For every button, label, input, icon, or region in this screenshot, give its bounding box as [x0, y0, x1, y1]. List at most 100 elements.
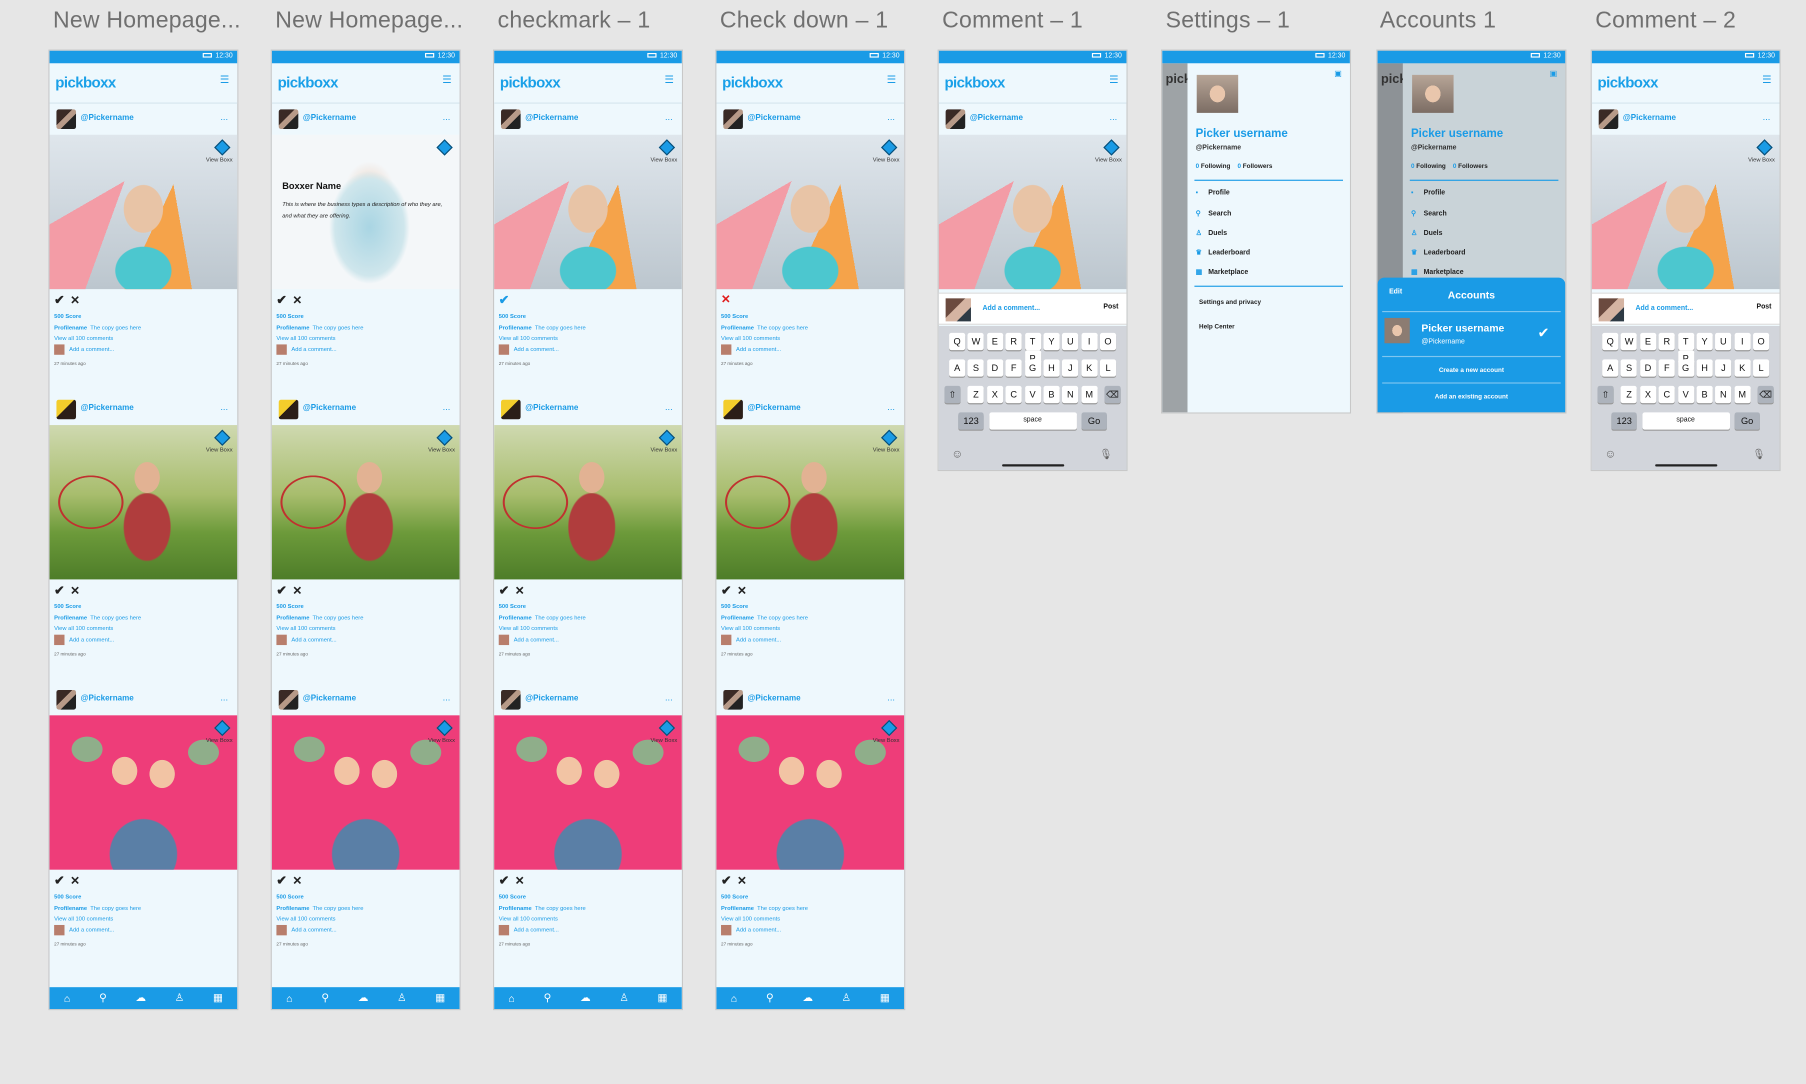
menu-icon[interactable]: ☰ — [1109, 74, 1118, 87]
duels-icon[interactable]: ♙ — [619, 992, 628, 1005]
marketplace-icon[interactable]: ▦ — [435, 992, 445, 1005]
key-w[interactable]: W — [967, 332, 985, 351]
pickboxx-logo[interactable]: pickboxx — [944, 74, 1005, 91]
key-e[interactable]: E — [986, 332, 1003, 351]
post-image[interactable]: View Boxx — [271, 715, 460, 870]
menu-icon[interactable]: ☰ — [664, 74, 673, 87]
key-n[interactable]: N — [1062, 385, 1079, 404]
post-button[interactable]: Post — [1103, 304, 1118, 311]
avatar[interactable] — [1196, 74, 1239, 113]
view-all-comments-link[interactable]: View all 100 comments — [499, 335, 558, 342]
post-image[interactable]: View Boxx — [716, 134, 905, 290]
key-b[interactable]: B — [1043, 385, 1060, 404]
profile-switch-icon[interactable]: ▣ — [1334, 69, 1342, 78]
view-boxx-link[interactable]: View Boxx — [873, 737, 900, 744]
view-boxx-link[interactable]: View Boxx — [1748, 157, 1775, 164]
key-h[interactable]: H — [1043, 359, 1060, 377]
view-boxx-link[interactable]: View Boxx — [650, 447, 677, 454]
post-username[interactable]: @Pickername — [748, 695, 801, 703]
view-boxx-link[interactable]: View Boxx — [206, 447, 233, 454]
view-boxx-link[interactable]: View Boxx — [873, 447, 900, 454]
cross-icon[interactable]: ✕ — [293, 295, 307, 308]
pickboxx-logo[interactable]: pickboxx — [278, 74, 339, 91]
key-f[interactable]: F — [1005, 359, 1022, 377]
profile-name[interactable]: Profilename — [276, 615, 309, 622]
view-all-comments-link[interactable]: View all 100 comments — [276, 335, 335, 342]
post-username[interactable]: @Pickername — [525, 114, 578, 122]
menu-icon[interactable]: ☰ — [220, 74, 229, 87]
artboard-settings[interactable]: 12:30 pick ▣ Picker username @Pickername… — [1161, 49, 1352, 414]
view-all-comments-link[interactable]: View all 100 comments — [54, 916, 113, 923]
go-key[interactable]: Go — [1734, 412, 1760, 430]
profile-name[interactable]: Profilename — [499, 325, 532, 332]
artboard-label[interactable]: Settings – 1 — [1166, 8, 1290, 34]
cross-icon[interactable]: ✕ — [70, 875, 84, 888]
post-image[interactable]: View Boxx — [494, 134, 682, 290]
post-image[interactable]: View Boxx — [494, 715, 682, 870]
comment-input[interactable]: Add a comment... — [1636, 305, 1694, 312]
marketplace-icon[interactable]: ▦ — [658, 992, 668, 1005]
backspace-key[interactable]: ⌫ — [1757, 385, 1774, 404]
dimmed-feed[interactable]: pick — [1162, 63, 1191, 413]
numbers-key[interactable]: 123 — [1611, 412, 1637, 430]
create-account-link[interactable]: Create a new account — [1378, 367, 1566, 374]
key-l[interactable]: L — [1099, 359, 1117, 377]
avatar[interactable] — [278, 689, 299, 710]
more-options-icon[interactable]: ... — [220, 402, 228, 412]
pickboxx-logo[interactable]: pickboxx — [1598, 74, 1659, 91]
home-icon[interactable]: ⌂ — [286, 992, 292, 1004]
upload-cloud-icon[interactable]: ☁ — [136, 992, 146, 1005]
add-comment-row[interactable]: Add a comment... — [276, 634, 337, 647]
key-s[interactable]: S — [967, 359, 985, 377]
artboard-label[interactable]: Check down – 1 — [720, 8, 888, 34]
view-boxx-link[interactable]: View Boxx — [1095, 157, 1122, 164]
boxx-icon[interactable] — [658, 429, 676, 446]
check-icon[interactable]: ✔ — [499, 293, 515, 308]
boxx-icon[interactable] — [658, 139, 676, 156]
avatar[interactable] — [56, 399, 77, 420]
shift-key[interactable]: ⇧ — [1597, 385, 1614, 404]
key-a[interactable]: A — [949, 359, 966, 377]
home-icon[interactable]: ⌂ — [64, 992, 70, 1004]
avatar[interactable] — [723, 689, 743, 710]
more-options-icon[interactable]: ... — [220, 692, 228, 702]
key-r[interactable]: R — [1005, 332, 1022, 351]
key-n[interactable]: N — [1715, 385, 1732, 404]
view-all-comments-link[interactable]: View all 100 comments — [721, 625, 780, 632]
more-options-icon[interactable]: ... — [443, 402, 451, 412]
upload-cloud-icon[interactable]: ☁ — [358, 992, 368, 1005]
microphone-icon[interactable]: 🎙 — [1753, 448, 1766, 461]
post-image[interactable]: View Boxx — [271, 425, 460, 580]
key-c[interactable]: C — [1005, 385, 1022, 404]
post-username[interactable]: @Pickername — [81, 114, 134, 122]
more-options-icon[interactable]: ... — [443, 112, 451, 122]
artboard-comment-1[interactable]: 12:30 pickboxx ☰ @Pickername... View Boxx … — [937, 49, 1128, 472]
artboard-label[interactable]: checkmark – 1 — [498, 8, 651, 34]
key-y[interactable]: Y — [1043, 332, 1060, 351]
marketplace-icon[interactable]: ▦ — [880, 992, 890, 1005]
key-m[interactable]: M — [1081, 385, 1098, 404]
post-username[interactable]: @Pickername — [303, 114, 356, 122]
pickboxx-logo[interactable]: pickboxx — [55, 74, 116, 91]
key-i[interactable]: I — [1081, 332, 1098, 351]
view-boxx-link[interactable]: View Boxx — [206, 737, 233, 744]
cross-icon[interactable]: ✕ — [293, 875, 307, 888]
add-comment-row[interactable]: Add a comment... — [276, 924, 337, 937]
view-all-comments-link[interactable]: View all 100 comments — [499, 625, 558, 632]
check-icon[interactable]: ✔ — [276, 873, 292, 888]
post-username[interactable]: @Pickername — [1623, 114, 1676, 122]
artboard-label[interactable]: New Homepage... — [275, 8, 463, 34]
key-q[interactable]: Q — [949, 332, 966, 351]
drawer-username[interactable]: Picker username — [1196, 128, 1288, 141]
post-button[interactable]: Post — [1756, 304, 1771, 311]
cross-icon[interactable]: ✕ — [70, 295, 84, 308]
space-key[interactable]: space — [988, 412, 1077, 430]
avatar[interactable] — [56, 109, 77, 130]
marketplace-icon[interactable]: ▦ — [213, 992, 223, 1005]
artboard-checkmark[interactable]: 12:30 pickboxx ☰ @Pickername... View Boxx ✔… — [492, 49, 684, 1011]
post-username[interactable]: @Pickername — [748, 114, 801, 122]
search-icon[interactable]: ⚲ — [544, 992, 552, 1005]
more-options-icon[interactable]: ... — [443, 692, 451, 702]
follow-counts[interactable]: 0 Following 0 Followers — [1196, 164, 1273, 171]
profile-name[interactable]: Profilename — [499, 905, 532, 912]
